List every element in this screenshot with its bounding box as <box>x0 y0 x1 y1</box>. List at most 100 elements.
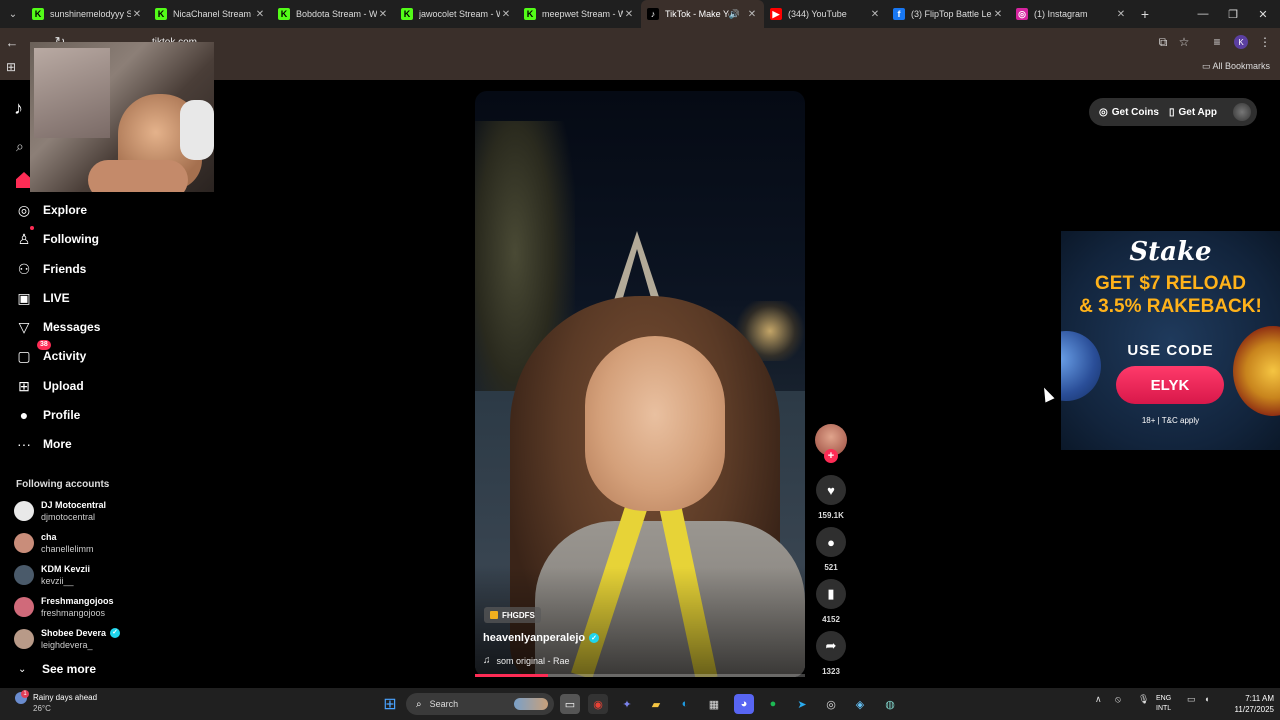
save-button[interactable]: ▮ <box>816 579 846 609</box>
browser-tab[interactable]: f (3) FlipTop Battle Lea ✕ <box>887 0 1010 28</box>
copilot-icon[interactable]: ✦ <box>617 694 637 714</box>
new-tab-button[interactable]: + <box>1133 6 1157 22</box>
ad-code-button[interactable]: ELYK <box>1116 366 1224 404</box>
minimize-icon[interactable]: — <box>1188 0 1218 28</box>
sidebar-item-explore[interactable]: ◎ Explore <box>16 199 87 221</box>
comment-button[interactable]: ● <box>816 527 846 557</box>
sidebar-item-more[interactable]: ··· More <box>16 433 72 455</box>
activity-icon: ▢ <box>17 347 31 364</box>
share-button[interactable]: ➦ <box>816 631 846 661</box>
tab-close-icon[interactable]: ✕ <box>869 9 881 20</box>
video-player[interactable] <box>475 91 805 677</box>
following-account-item[interactable]: Shobee Devera ✓ leighdevera_ <box>14 625 121 653</box>
chevron-down-icon: ⌄ <box>18 663 27 675</box>
install-app-icon[interactable]: ⧉ <box>1152 28 1174 56</box>
search-icon[interactable]: ⌕ <box>16 138 24 155</box>
upload-icon: ⊞ <box>18 377 30 394</box>
sidebar-item-friends[interactable]: ⚇ Friends <box>16 258 87 280</box>
mouse-cursor <box>1039 385 1055 403</box>
browser-tab[interactable]: Kmeepwet Stream - W ✕ <box>518 0 641 28</box>
windows-start-icon[interactable]: ⊞ <box>380 694 400 714</box>
browser-menu-icon[interactable]: ⋮ <box>1254 28 1276 56</box>
bookmark-star-icon[interactable]: ☆ <box>1173 28 1195 56</box>
sidebar-item-label: Explore <box>43 203 88 217</box>
language-indicator[interactable]: ENG INTL <box>1156 694 1171 714</box>
profile-avatar[interactable]: K <box>1230 28 1252 56</box>
sidebar-item-messages[interactable]: ▽ Messages <box>16 316 101 338</box>
following-account-item[interactable]: cha chanellelimm <box>14 529 94 557</box>
tab-close-icon[interactable]: ✕ <box>377 9 389 20</box>
chrome-dev-icon[interactable]: ◎ <box>821 694 841 714</box>
store-icon[interactable]: ▦ <box>704 694 724 714</box>
video-username-link[interactable]: heavenlyanperalejo ✓ <box>483 632 600 644</box>
get-coins-button[interactable]: ◎ Get Coins <box>1099 107 1159 118</box>
sidebar-item-upload[interactable]: ⊞ Upload <box>16 375 84 397</box>
file-explorer-icon[interactable]: ▰ <box>646 694 666 714</box>
browser-tab-strip: ⌄ Ksunshinemelodyyy St ✕ K NicaChanel Strea… <box>0 0 1280 28</box>
search-highlight-image <box>514 698 548 710</box>
network-off-icon[interactable]: ⦸ <box>1115 694 1121 705</box>
task-view-icon[interactable]: ▭ <box>560 694 580 714</box>
all-bookmarks-link[interactable]: ▭ All Bookmarks <box>1202 61 1270 72</box>
weather-title[interactable]: Rainy days ahead <box>33 693 97 702</box>
tiktok-logo-icon[interactable]: ♪ <box>14 98 23 119</box>
taskbar-search[interactable]: ⌕ Search <box>406 693 554 715</box>
browser-tab[interactable]: ▶ (344) YouTube ✕ <box>764 0 887 28</box>
stake-advertisement[interactable]: Stake GET $7 RELOAD & 3.5% RAKEBACK! USE… <box>1061 231 1280 450</box>
apps-grid-icon[interactable]: ⊞ <box>6 60 16 74</box>
sidebar-item-activity[interactable]: ▢ 38 Activity <box>16 340 86 367</box>
tab-close-icon[interactable]: ✕ <box>254 9 266 20</box>
comment-count: 521 <box>824 563 838 572</box>
tab-close-icon[interactable]: ✕ <box>500 9 512 20</box>
following-account-item[interactable]: KDM Kevzii kevzii__ <box>14 561 90 589</box>
like-button[interactable]: ♥ <box>816 475 846 505</box>
account-names: cha chanellelimm <box>41 531 94 555</box>
back-icon[interactable]: ← <box>0 28 24 56</box>
telegram-icon[interactable]: ➤ <box>792 694 812 714</box>
clock[interactable]: 7:11 AM 11/27/2025 <box>1222 693 1274 715</box>
user-avatar[interactable] <box>1233 103 1251 121</box>
tab-close-icon[interactable]: ✕ <box>992 9 1004 20</box>
sidebar-item-profile[interactable]: ● Profile <box>16 404 81 426</box>
network-app-icon[interactable]: ◍ <box>880 694 900 714</box>
video-tag[interactable]: FHGDFS <box>484 607 541 623</box>
display-icon[interactable]: ▭ <box>1187 694 1196 705</box>
video-music-link[interactable]: ♫ som original - Rae <box>483 655 570 666</box>
tab-close-icon[interactable]: ✕ <box>1115 9 1127 20</box>
restore-icon[interactable]: ❐ <box>1218 0 1248 28</box>
edge-icon[interactable]: ◐ <box>675 694 695 714</box>
browser-tab[interactable]: K NicaChanel Stream - ✕ <box>149 0 272 28</box>
browser-tab[interactable]: Ksunshinemelodyyy St ✕ <box>26 0 149 28</box>
account-display-name: DJ Motocentral <box>41 499 106 511</box>
browser-tab[interactable]: Kjawocolet Stream - W ✕ <box>395 0 518 28</box>
spotify-icon[interactable]: ● <box>763 694 783 714</box>
compass-icon: ◎ <box>17 201 31 218</box>
following-account-item[interactable]: Freshmangojoos freshmangojoos <box>14 593 114 621</box>
tab-close-icon[interactable]: ✕ <box>746 9 758 20</box>
close-window-icon[interactable]: ✕ <box>1248 0 1278 28</box>
chrome-icon[interactable]: ◉ <box>588 694 608 714</box>
tab-audio-icon[interactable]: 🔊 <box>729 9 740 20</box>
tab-close-icon[interactable]: ✕ <box>131 9 143 20</box>
see-more-button[interactable]: ⌄ See more <box>18 662 96 676</box>
volume-icon[interactable]: ◖ <box>1204 694 1209 704</box>
steam-icon[interactable]: ◈ <box>850 694 870 714</box>
sidebar-item-live[interactable]: ▣ LIVE <box>16 287 69 309</box>
reading-list-icon[interactable]: ≡ <box>1206 28 1228 56</box>
microphone-icon[interactable]: 🎙 <box>1138 694 1149 705</box>
discord-icon[interactable]: ◕ <box>734 694 754 714</box>
browser-tab[interactable]: K Bobdota Stream - We ✕ <box>272 0 395 28</box>
account-display-name: KDM Kevzii <box>41 563 90 575</box>
browser-tab[interactable]: ◎ (1) Instagram ✕ <box>1010 0 1133 28</box>
browser-tab[interactable]: ♪ TikTok - Make Yo 🔊 ✕ <box>641 0 764 28</box>
keyboard-layout: INTL <box>1156 705 1172 712</box>
following-account-item[interactable]: DJ Motocentral djmotocentral <box>14 497 106 525</box>
tray-overflow-icon[interactable]: ∧ <box>1095 694 1102 705</box>
ad-headline-line1: GET $7 RELOAD <box>1095 273 1246 294</box>
follow-plus-icon[interactable]: + <box>824 449 838 463</box>
get-app-button[interactable]: ▯ Get App <box>1169 107 1217 118</box>
sidebar-item-following[interactable]: ♙ Following <box>16 226 99 250</box>
tab-search-chevron-icon[interactable]: ⌄ <box>0 0 26 28</box>
ad-brand: Stake <box>1129 237 1212 267</box>
tab-close-icon[interactable]: ✕ <box>623 9 635 20</box>
